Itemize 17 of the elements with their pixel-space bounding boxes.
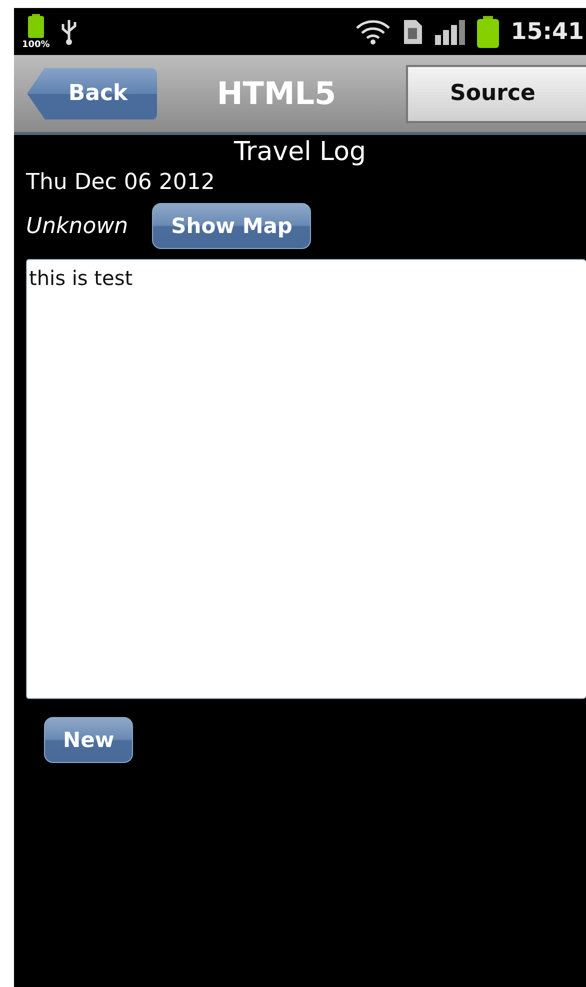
app-title: HTML5 [216, 76, 338, 112]
back-button[interactable]: Back [27, 68, 157, 120]
battery-percent: 100% [22, 40, 50, 50]
note-field[interactable]: this is test [26, 259, 586, 699]
signal-icon [434, 18, 465, 44]
source-button[interactable]: Source [406, 64, 586, 122]
usb-icon [60, 18, 78, 46]
page-title: Travel Log [232, 136, 367, 169]
date-text: Thu Dec 06 2012 [26, 169, 216, 197]
battery-icon [28, 14, 44, 38]
location-text: Unknown [26, 214, 128, 238]
show-map-button[interactable]: Show Map [152, 203, 312, 249]
new-button[interactable]: New [44, 717, 134, 763]
wifi-icon [354, 18, 391, 44]
battery-icon [476, 16, 499, 48]
clock: 15:41 [510, 18, 584, 44]
sim-card-icon [402, 18, 423, 44]
